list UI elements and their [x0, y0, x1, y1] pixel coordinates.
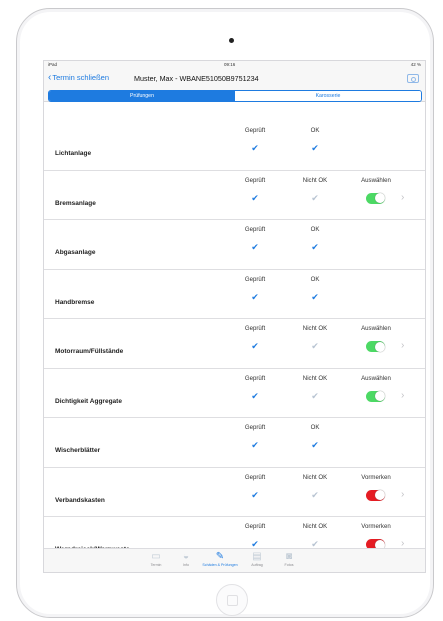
header-col1: Geprüft	[244, 275, 266, 283]
toggle-switch[interactable]	[366, 192, 385, 204]
inspection-label: Verbandskasten	[55, 496, 105, 504]
list-item: Abgasanlage Geprüft OK ✔ ✔	[44, 220, 425, 270]
toggle-switch[interactable]	[366, 341, 385, 352]
back-button[interactable]: ‹Termin schließen	[48, 72, 109, 83]
header-col3: Vormerken	[361, 473, 391, 481]
car-icon: ◒	[182, 551, 190, 562]
tab-bar: ▭ Termin ◒ Info ✎ Schäden & Prüfungen ▤ Auftrag…	[44, 548, 425, 572]
checkmark-icon[interactable]: ✔	[311, 193, 319, 204]
inspection-label: Dichtigkeit Aggregate	[55, 397, 122, 405]
tab-label: Fotos	[284, 563, 294, 567]
inspection-label: Wischerblätter	[55, 447, 101, 454]
header-col2: Nicht OK	[302, 523, 328, 530]
list-item: Dichtigkeit Aggregate Geprüft Nicht OK Ausw…	[44, 369, 425, 418]
segment-karosserie[interactable]: Karosserie	[235, 91, 421, 101]
header-col2: OK	[310, 275, 320, 283]
document-icon: ▭	[151, 551, 161, 562]
header-col3: Vormerken	[361, 523, 391, 530]
inspection-label: Lichtanlage	[55, 150, 92, 157]
checkmark-icon[interactable]: ✔	[311, 292, 319, 303]
checkmark-icon[interactable]: ✔	[251, 341, 259, 352]
tab-wrench[interactable]: ✎ Schäden & Prüfungen	[202, 551, 237, 567]
header-col1: Geprüft	[244, 226, 266, 233]
wrench-icon: ✎	[215, 551, 225, 562]
front-camera	[229, 38, 234, 43]
header-col1: Geprüft	[244, 473, 266, 481]
toggle-switch[interactable]	[366, 489, 385, 501]
header-col1: Geprüft	[244, 176, 266, 184]
segment-pruefungen[interactable]: Prüfungen	[49, 91, 235, 101]
header-col2: OK	[310, 424, 320, 431]
segment-bar: Prüfungen Karosserie	[44, 89, 425, 102]
header-col2: OK	[310, 127, 320, 134]
header-col1: Geprüft	[244, 374, 266, 382]
checkmark-icon[interactable]: ✔	[251, 292, 259, 303]
checkmark-icon[interactable]: ✔	[251, 242, 259, 253]
header-col1: Geprüft	[244, 523, 266, 530]
checkmark-icon[interactable]: ✔	[251, 143, 259, 154]
back-button-label: Termin schließen	[52, 73, 110, 82]
camera-icon[interactable]	[407, 74, 419, 83]
checkmark-icon[interactable]: ✔	[311, 143, 319, 154]
tab-camera[interactable]: ◙ Fotos	[274, 551, 304, 567]
checkmark-icon[interactable]: ✔	[251, 490, 259, 501]
header-col2: Nicht OK	[302, 473, 328, 481]
chevron-right-icon[interactable]: ›	[401, 390, 404, 401]
status-time: 09:16	[224, 62, 236, 67]
navigation-bar: ‹Termin schließen Muster, Max - WBANE510…	[44, 69, 425, 89]
checkmark-icon[interactable]: ✔	[251, 440, 259, 451]
page-title: Muster, Max - WBANE51050B9751234	[134, 74, 259, 83]
header-col2: Nicht OK	[302, 325, 328, 332]
checkmark-icon[interactable]: ✔	[251, 391, 259, 402]
chevron-right-icon[interactable]: ›	[401, 192, 404, 203]
app-screen: iPad 09:16 42 % ‹Termin schließen Muster…	[43, 60, 426, 573]
header-col1: Geprüft	[244, 127, 266, 134]
carrier-label: iPad	[48, 62, 58, 67]
toggle-switch[interactable]	[366, 390, 385, 402]
checkmark-icon[interactable]: ✔	[311, 391, 319, 402]
list-item: Lichtanlage Geprüft OK ✔ ✔	[44, 121, 425, 171]
inspection-label: Handbremse	[55, 298, 95, 306]
header-col2: Nicht OK	[302, 176, 328, 184]
segmented-control: Prüfungen Karosserie	[48, 90, 422, 102]
battery-label: 42 %	[410, 62, 421, 67]
home-button[interactable]	[216, 584, 248, 616]
checkmark-icon[interactable]: ✔	[311, 242, 319, 253]
header-col3: Auswählen	[361, 325, 391, 332]
header-col3: Auswählen	[361, 374, 391, 382]
inspection-label: Motorraum/Füllstände	[55, 348, 124, 355]
checkmark-icon[interactable]: ✔	[311, 490, 319, 501]
inspection-label: Abgasanlage	[55, 249, 96, 256]
printer-icon: ▤	[252, 551, 262, 562]
header-col1: Geprüft	[244, 424, 266, 431]
chevron-left-icon: ‹	[48, 72, 52, 83]
header-col2: OK	[310, 226, 320, 233]
status-bar: iPad 09:16 42 %	[44, 61, 425, 69]
inspection-label: Bremsanlage	[55, 199, 96, 207]
header-col1: Geprüft	[244, 325, 266, 332]
list-item: Wischerblätter Geprüft OK ✔ ✔	[44, 418, 425, 468]
list-item: Motorraum/Füllstände Geprüft Nicht OK Auswä…	[44, 319, 425, 369]
chevron-right-icon[interactable]: ›	[401, 489, 404, 500]
checkmark-icon[interactable]: ✔	[311, 440, 319, 451]
checkmark-icon[interactable]: ✔	[251, 193, 259, 204]
inspection-list: Lichtanlage Geprüft OK ✔ ✔ Bremsanlage Geprüft…	[44, 121, 425, 567]
camera-icon: ◙	[285, 551, 293, 562]
list-item: Bremsanlage Geprüft Nicht OK Auswählen ✔ ✔ ›	[44, 171, 425, 220]
chevron-right-icon[interactable]: ›	[401, 340, 404, 351]
header-col3: Auswählen	[361, 176, 391, 184]
list-item: Handbremse Geprüft OK ✔ ✔	[44, 270, 425, 319]
list-item: Verbandskasten Geprüft Nicht OK Vormerken ✔ ✔…	[44, 468, 425, 517]
header-col2: Nicht OK	[302, 374, 328, 382]
checkmark-icon[interactable]: ✔	[311, 341, 319, 352]
